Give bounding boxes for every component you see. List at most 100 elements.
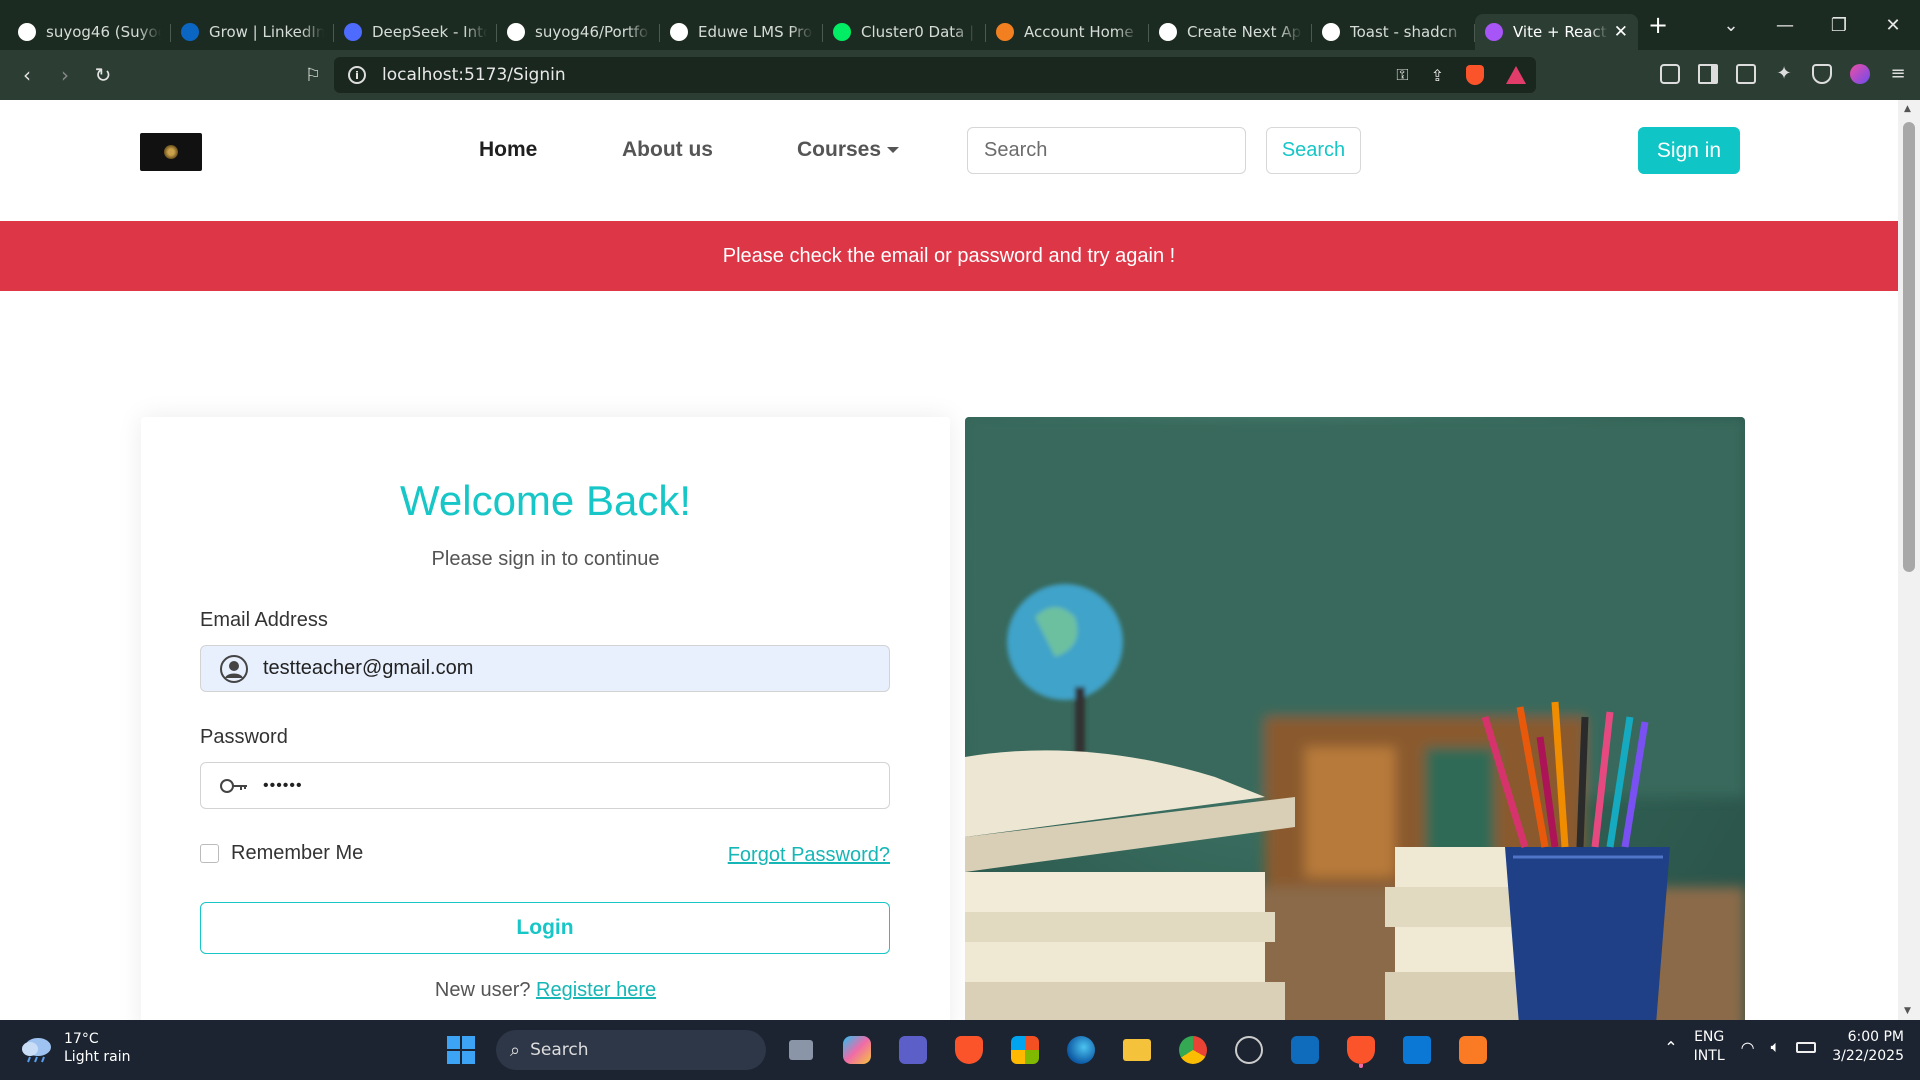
clock-date: 3/22/2025 (1832, 1048, 1904, 1064)
tab-title: Eduwe LMS Pro (698, 23, 813, 41)
extensions-icon[interactable] (1660, 64, 1680, 84)
wifi-icon[interactable]: ◠ (1741, 1038, 1755, 1057)
password-field[interactable]: •••••• (200, 762, 890, 809)
chrome-icon[interactable] (1172, 1029, 1214, 1071)
omnibox-actions: ⚿ ⇪ (1396, 65, 1526, 85)
edge-icon[interactable] (1060, 1029, 1102, 1071)
language-indicator[interactable]: ENG INTL (1694, 1028, 1725, 1066)
nav-about-link[interactable]: About us (622, 138, 713, 162)
key-icon[interactable]: ⚿ (1396, 65, 1408, 85)
site-logo[interactable] (140, 133, 202, 171)
page-scrollbar[interactable]: ▲ ▼ (1898, 100, 1920, 1020)
site-search-input[interactable] (967, 127, 1246, 174)
taskbar-search-label: Search (530, 1040, 589, 1060)
restore-button[interactable]: ❐ (1812, 15, 1866, 36)
vscode-icon[interactable] (1396, 1029, 1438, 1071)
scroll-up-arrow-icon[interactable]: ▲ (1904, 104, 1911, 114)
vercel-icon (1159, 23, 1177, 41)
clock[interactable]: 6:00 PM 3/22/2025 (1832, 1028, 1904, 1066)
browser-tab[interactable]: suyog46/Portfolio (497, 14, 660, 50)
register-prefix: New user? (434, 979, 531, 1001)
copilot-icon[interactable] (836, 1029, 878, 1071)
sidebar-icon[interactable] (1698, 64, 1718, 84)
browser-tab[interactable]: Toast - shadcn (1312, 14, 1475, 50)
url-text: localhost:5173/Signin (382, 65, 566, 85)
browser-tab[interactable]: Grow | LinkedIn (171, 14, 334, 50)
signin-title: Welcome Back! (400, 477, 691, 524)
remember-me: Remember Me (200, 842, 363, 865)
github-icon (18, 23, 36, 41)
email-field[interactable]: testteacher@gmail.com (200, 645, 890, 692)
teams-icon[interactable] (892, 1029, 934, 1071)
microsoft-store-icon[interactable] (1004, 1029, 1046, 1071)
address-bar[interactable]: i localhost:5173/Signin ⚿ ⇪ (334, 57, 1536, 93)
close-window-button[interactable]: ✕ (1866, 15, 1920, 36)
weather-widget[interactable]: 17°C Light rain (20, 1030, 131, 1066)
new-tab-button[interactable]: + (1638, 11, 1678, 39)
volume-icon[interactable]: 🔈︎ (1771, 1037, 1781, 1057)
leo-ai-icon[interactable]: ✦ (1774, 64, 1794, 84)
nav-courses-dropdown[interactable]: Courses (797, 138, 900, 162)
error-alert: Please check the email or password and t… (0, 221, 1898, 291)
user-circle-icon (220, 654, 248, 683)
shadcn-icon (1322, 23, 1340, 41)
key-icon (220, 778, 247, 793)
remember-me-checkbox[interactable] (200, 844, 219, 863)
minimize-button[interactable]: — (1758, 15, 1812, 36)
menu-icon[interactable]: ≡ (1888, 64, 1908, 84)
lang-top: ENG (1694, 1029, 1725, 1045)
site-info-icon[interactable]: i (348, 66, 366, 84)
battery-icon[interactable] (1796, 1041, 1817, 1053)
classroom-hero-image (965, 417, 1745, 1020)
browser-tab[interactable]: Vite + React ✕ (1475, 14, 1638, 50)
sign-in-button[interactable]: Sign in (1638, 127, 1740, 174)
deepseek-icon (344, 23, 362, 41)
forward-button[interactable]: › (46, 63, 84, 87)
back-button[interactable]: ‹ (8, 63, 46, 87)
wallet-icon[interactable] (1736, 64, 1756, 84)
browser-tab[interactable]: suyog46 (Suyog (8, 14, 171, 50)
xampp-icon[interactable] (1452, 1029, 1494, 1071)
scroll-down-arrow-icon[interactable]: ▼ (1904, 1006, 1911, 1016)
rain-cloud-icon (22, 1038, 51, 1063)
brave-shield-icon[interactable] (1466, 65, 1484, 85)
weather-temp: 17°C (64, 1031, 99, 1047)
forgot-password-link[interactable]: Forgot Password? (728, 844, 890, 867)
taskbar-search[interactable]: ⌕ Search (496, 1030, 766, 1070)
profile-avatar[interactable] (1850, 64, 1870, 84)
site-search-button[interactable]: Search (1266, 127, 1361, 174)
dell-icon[interactable] (1228, 1029, 1270, 1071)
openai-icon (670, 23, 688, 41)
vite-icon (1485, 23, 1503, 41)
weather-text: 17°C Light rain (64, 1030, 131, 1066)
login-button[interactable]: Login (200, 902, 890, 954)
file-explorer-icon[interactable] (1116, 1029, 1158, 1071)
tab-title: DeepSeek - Into (372, 23, 487, 41)
chevron-up-icon[interactable]: ⌃ (1664, 1038, 1677, 1057)
brave-rewards-icon[interactable] (1506, 66, 1526, 84)
vpn-icon[interactable] (1812, 64, 1832, 84)
browser-tab[interactable]: Cluster0 Data | (823, 14, 986, 50)
bookmark-icon[interactable]: ⚐ (294, 65, 332, 86)
scrollbar-thumb[interactable] (1903, 122, 1915, 572)
windows-start-icon[interactable] (440, 1029, 482, 1071)
linkedin-icon (181, 23, 199, 41)
share-icon[interactable]: ⇪ (1431, 66, 1444, 85)
reload-button[interactable]: ↻ (84, 63, 122, 87)
tab-title: suyog46 (Suyog (46, 23, 161, 41)
brave-icon[interactable] (948, 1029, 990, 1071)
browser-tab[interactable]: Account Home (986, 14, 1149, 50)
register-link[interactable]: Register here (536, 979, 656, 1001)
browser-tab[interactable]: DeepSeek - Into (334, 14, 497, 50)
github-icon (507, 23, 525, 41)
close-tab-icon[interactable]: ✕ (1614, 22, 1628, 42)
site-navbar: Home About us Courses Search Sign in (0, 100, 1898, 220)
browser-tab[interactable]: Create Next App (1149, 14, 1312, 50)
nav-home-link[interactable]: Home (479, 138, 537, 162)
outlook-icon[interactable] (1284, 1029, 1326, 1071)
tab-list-chevron-icon[interactable]: ⌄ (1704, 15, 1758, 36)
task-view-icon[interactable] (780, 1029, 822, 1071)
browser-tab[interactable]: Eduwe LMS Pro (660, 14, 823, 50)
brave-active-icon[interactable] (1340, 1029, 1382, 1071)
hero-illustration (965, 417, 1745, 1020)
